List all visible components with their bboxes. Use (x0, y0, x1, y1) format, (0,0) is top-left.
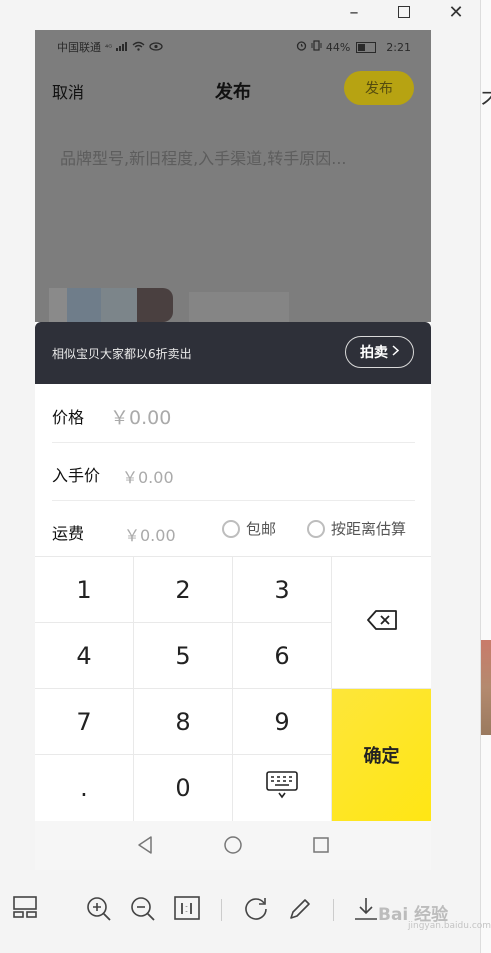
wifi-icon (132, 41, 145, 54)
shipping-row: 运费 ￥0.00 包邮 按距离估算 (52, 500, 415, 558)
key-0[interactable]: 0 (134, 755, 232, 821)
key-9[interactable]: 9 (233, 689, 331, 754)
chevron-right-icon (392, 344, 400, 360)
minimize-icon: – (349, 1, 359, 23)
eye-icon (149, 41, 163, 54)
publish-button[interactable]: 发布 (344, 71, 414, 105)
key-dot[interactable]: . (35, 755, 133, 821)
close-button[interactable]: ✕ (445, 0, 467, 24)
adjacent-window-glyph: 不 (481, 84, 491, 116)
backspace-key[interactable] (332, 557, 431, 688)
watermark-url: jingyan.baidu.com (408, 921, 491, 931)
distance-shipping-label: 按距离估算 (331, 520, 407, 538)
carrier-label: 中国联通 (57, 41, 101, 54)
rotate-icon (242, 895, 270, 927)
edit-button[interactable] (286, 895, 314, 927)
photo-thumbnail[interactable] (49, 288, 289, 322)
toolbar-divider (333, 899, 334, 921)
hide-keyboard-key[interactable] (233, 755, 331, 821)
auction-button-label: 拍卖 (360, 345, 388, 361)
free-shipping-option[interactable]: 包邮 (222, 518, 276, 539)
price-label: 价格 (52, 408, 85, 427)
key-8[interactable]: 8 (134, 689, 232, 754)
adjacent-window-edge (480, 0, 491, 953)
home-nav-icon[interactable] (223, 835, 243, 859)
system-nav-bar (35, 821, 431, 870)
key-1[interactable]: 1 (35, 557, 133, 622)
radio-circle-icon (222, 519, 240, 538)
actual-size-button[interactable] (173, 895, 201, 925)
zoom-in-button[interactable] (85, 895, 113, 927)
price-form: 价格 ￥0.00 入手价 ￥0.00 运费 ￥0.00 包邮 按距离估算 (35, 384, 431, 556)
key-4[interactable]: 4 (35, 623, 133, 688)
battery-percent: 44% (325, 40, 351, 54)
maximize-button[interactable] (393, 0, 415, 24)
layout-icon (12, 895, 38, 923)
network-label: ⁴ᴳ (105, 42, 113, 52)
numeric-keypad: 1 2 3 4 5 6 7 8 9 确定 . 0 (35, 556, 431, 821)
signal-icon (116, 41, 128, 54)
back-nav-icon[interactable] (136, 835, 154, 859)
zoom-out-button[interactable] (129, 895, 157, 927)
clock: 2:21 (386, 40, 411, 54)
backspace-icon (366, 609, 398, 637)
keyboard-icon (266, 771, 298, 805)
publish-header: 取消 发布 发布 (35, 68, 431, 112)
layout-toggle-button[interactable] (12, 895, 38, 923)
rotate-button[interactable] (242, 895, 270, 927)
confirm-button[interactable]: 确定 (332, 689, 431, 821)
key-5[interactable]: 5 (134, 623, 232, 688)
price-input[interactable]: ￥0.00 (110, 403, 171, 430)
battery-icon (356, 41, 377, 53)
download-icon (352, 895, 380, 927)
toolbar-divider (221, 899, 222, 921)
zoom-in-icon (85, 895, 113, 927)
free-shipping-label: 包邮 (246, 520, 277, 538)
key-7[interactable]: 7 (35, 689, 133, 754)
dim-overlay: 中国联通 ⁴ᴳ 44% 2:21 取消 发布 发布 品牌型号,新旧程度,入手渠道… (35, 30, 431, 322)
price-row[interactable]: 价格 ￥0.00 (52, 384, 415, 443)
key-6[interactable]: 6 (233, 623, 331, 688)
key-3[interactable]: 3 (233, 557, 331, 622)
recent-apps-nav-icon[interactable] (312, 836, 330, 858)
minimize-button[interactable]: – (343, 0, 365, 24)
download-button[interactable] (352, 895, 380, 927)
adjacent-window-image (481, 640, 491, 735)
distance-shipping-option[interactable]: 按距离估算 (307, 518, 406, 539)
cost-input[interactable]: ￥0.00 (122, 464, 174, 488)
zoom-out-icon (129, 895, 157, 927)
vibrate-icon (311, 40, 322, 54)
actual-size-icon (173, 895, 201, 925)
key-2[interactable]: 2 (134, 557, 232, 622)
shipping-label: 运费 (52, 524, 85, 543)
description-input[interactable]: 品牌型号,新旧程度,入手渠道,转手原因... (60, 145, 347, 169)
shipping-input[interactable]: ￥0.00 (124, 522, 176, 546)
auction-button[interactable]: 拍卖 (345, 336, 414, 368)
phone-screen: 中国联通 ⁴ᴳ 44% 2:21 取消 发布 发布 品牌型号,新旧程度,入手渠道… (35, 30, 431, 870)
alarm-icon (296, 40, 307, 54)
banner-text: 相似宝贝大家都以6折卖出 (52, 347, 192, 361)
maximize-icon (398, 6, 410, 18)
radio-circle-icon (307, 519, 325, 538)
pencil-icon (286, 895, 314, 927)
cost-label: 入手价 (52, 466, 101, 485)
status-bar: 中国联通 ⁴ᴳ 44% 2:21 (35, 30, 431, 64)
cost-row[interactable]: 入手价 ￥0.00 (52, 442, 415, 501)
close-icon: ✕ (448, 1, 464, 23)
price-suggestion-banner: 相似宝贝大家都以6折卖出 拍卖 (35, 322, 431, 384)
